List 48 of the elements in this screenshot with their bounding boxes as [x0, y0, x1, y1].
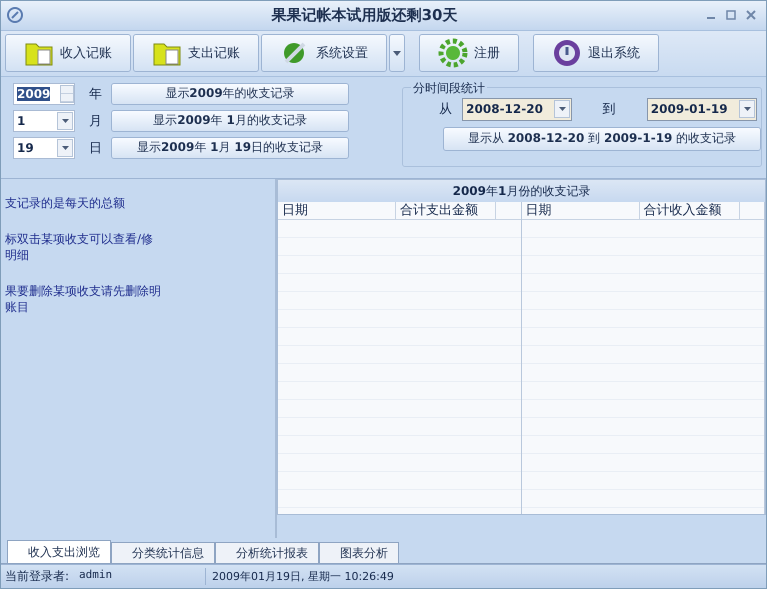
- window-title: 果果记帐本试用版还剩30天: [270, 6, 458, 25]
- gear-icon: [438, 38, 468, 68]
- date-field[interactable]: 2008-12-20: [462, 98, 572, 121]
- note-text: 支记录的是每天的总额: [5, 194, 126, 211]
- note-text: 果要删除某项收支请先删除明: [5, 282, 162, 299]
- tab[interactable]: 分析统计报表: [215, 542, 319, 564]
- to-label: 到: [602, 101, 616, 118]
- maximize-icon[interactable]: [726, 10, 736, 20]
- column-header[interactable]: 日期: [278, 202, 396, 219]
- date-time: 2009年01月19日, 星期一 10:26:49: [211, 569, 394, 584]
- note-text: 标双击某项收支可以查看/修: [5, 230, 154, 247]
- user-label: 当前登录者:: [5, 568, 70, 586]
- group-title: 分时间段统计: [411, 80, 487, 97]
- app-logo-icon: [7, 7, 23, 24]
- caret-icon: [62, 118, 68, 123]
- tab[interactable]: 图表分析: [319, 542, 399, 564]
- dropdown-button[interactable]: [389, 34, 405, 72]
- from-label: 从: [439, 101, 453, 118]
- note-text: 账目: [5, 298, 30, 315]
- toolbar-button[interactable]: 注册: [419, 34, 519, 72]
- show-records-button[interactable]: 显示2009年 1月的收支记录: [111, 110, 349, 132]
- show-period-button[interactable]: 显示从 2008-12-20 到 2009-1-19 的收支记录: [443, 126, 761, 151]
- column-header[interactable]: 日期: [522, 202, 640, 219]
- unit-label: 日: [88, 140, 103, 157]
- tab[interactable]: 收入支出浏览: [7, 540, 111, 564]
- toolbar-button[interactable]: 收入记账: [5, 34, 131, 72]
- power-icon: [552, 38, 582, 68]
- close-icon[interactable]: [746, 10, 756, 20]
- show-records-button[interactable]: 显示2009年 1月 19日的收支记录: [111, 136, 349, 159]
- note-text: 明细: [5, 246, 30, 263]
- combo-field[interactable]: 19: [13, 136, 75, 159]
- user-name: admin: [79, 568, 112, 584]
- unit-label: 年: [88, 86, 103, 103]
- unit-label: 月: [88, 112, 103, 130]
- combo-field[interactable]: 1: [13, 110, 75, 132]
- tab[interactable]: 分类统计信息: [111, 542, 215, 564]
- caret-icon: [744, 107, 751, 112]
- toolbar-button[interactable]: 系统设置: [261, 34, 387, 72]
- date-field[interactable]: 2009-01-19: [646, 98, 758, 121]
- show-records-button[interactable]: 显示2009年的收支记录: [111, 82, 349, 105]
- column-header[interactable]: 合计收入金额: [640, 202, 740, 219]
- caret-icon: [393, 50, 401, 56]
- column-header[interactable]: 合计支出金额: [396, 202, 496, 219]
- caret-icon: [62, 146, 68, 150]
- toolbar-button[interactable]: 退出系统: [533, 34, 659, 72]
- toolbar-button[interactable]: 支出记账: [133, 34, 259, 72]
- caret-icon: [558, 107, 566, 112]
- spin-field[interactable]: 2009: [13, 82, 75, 105]
